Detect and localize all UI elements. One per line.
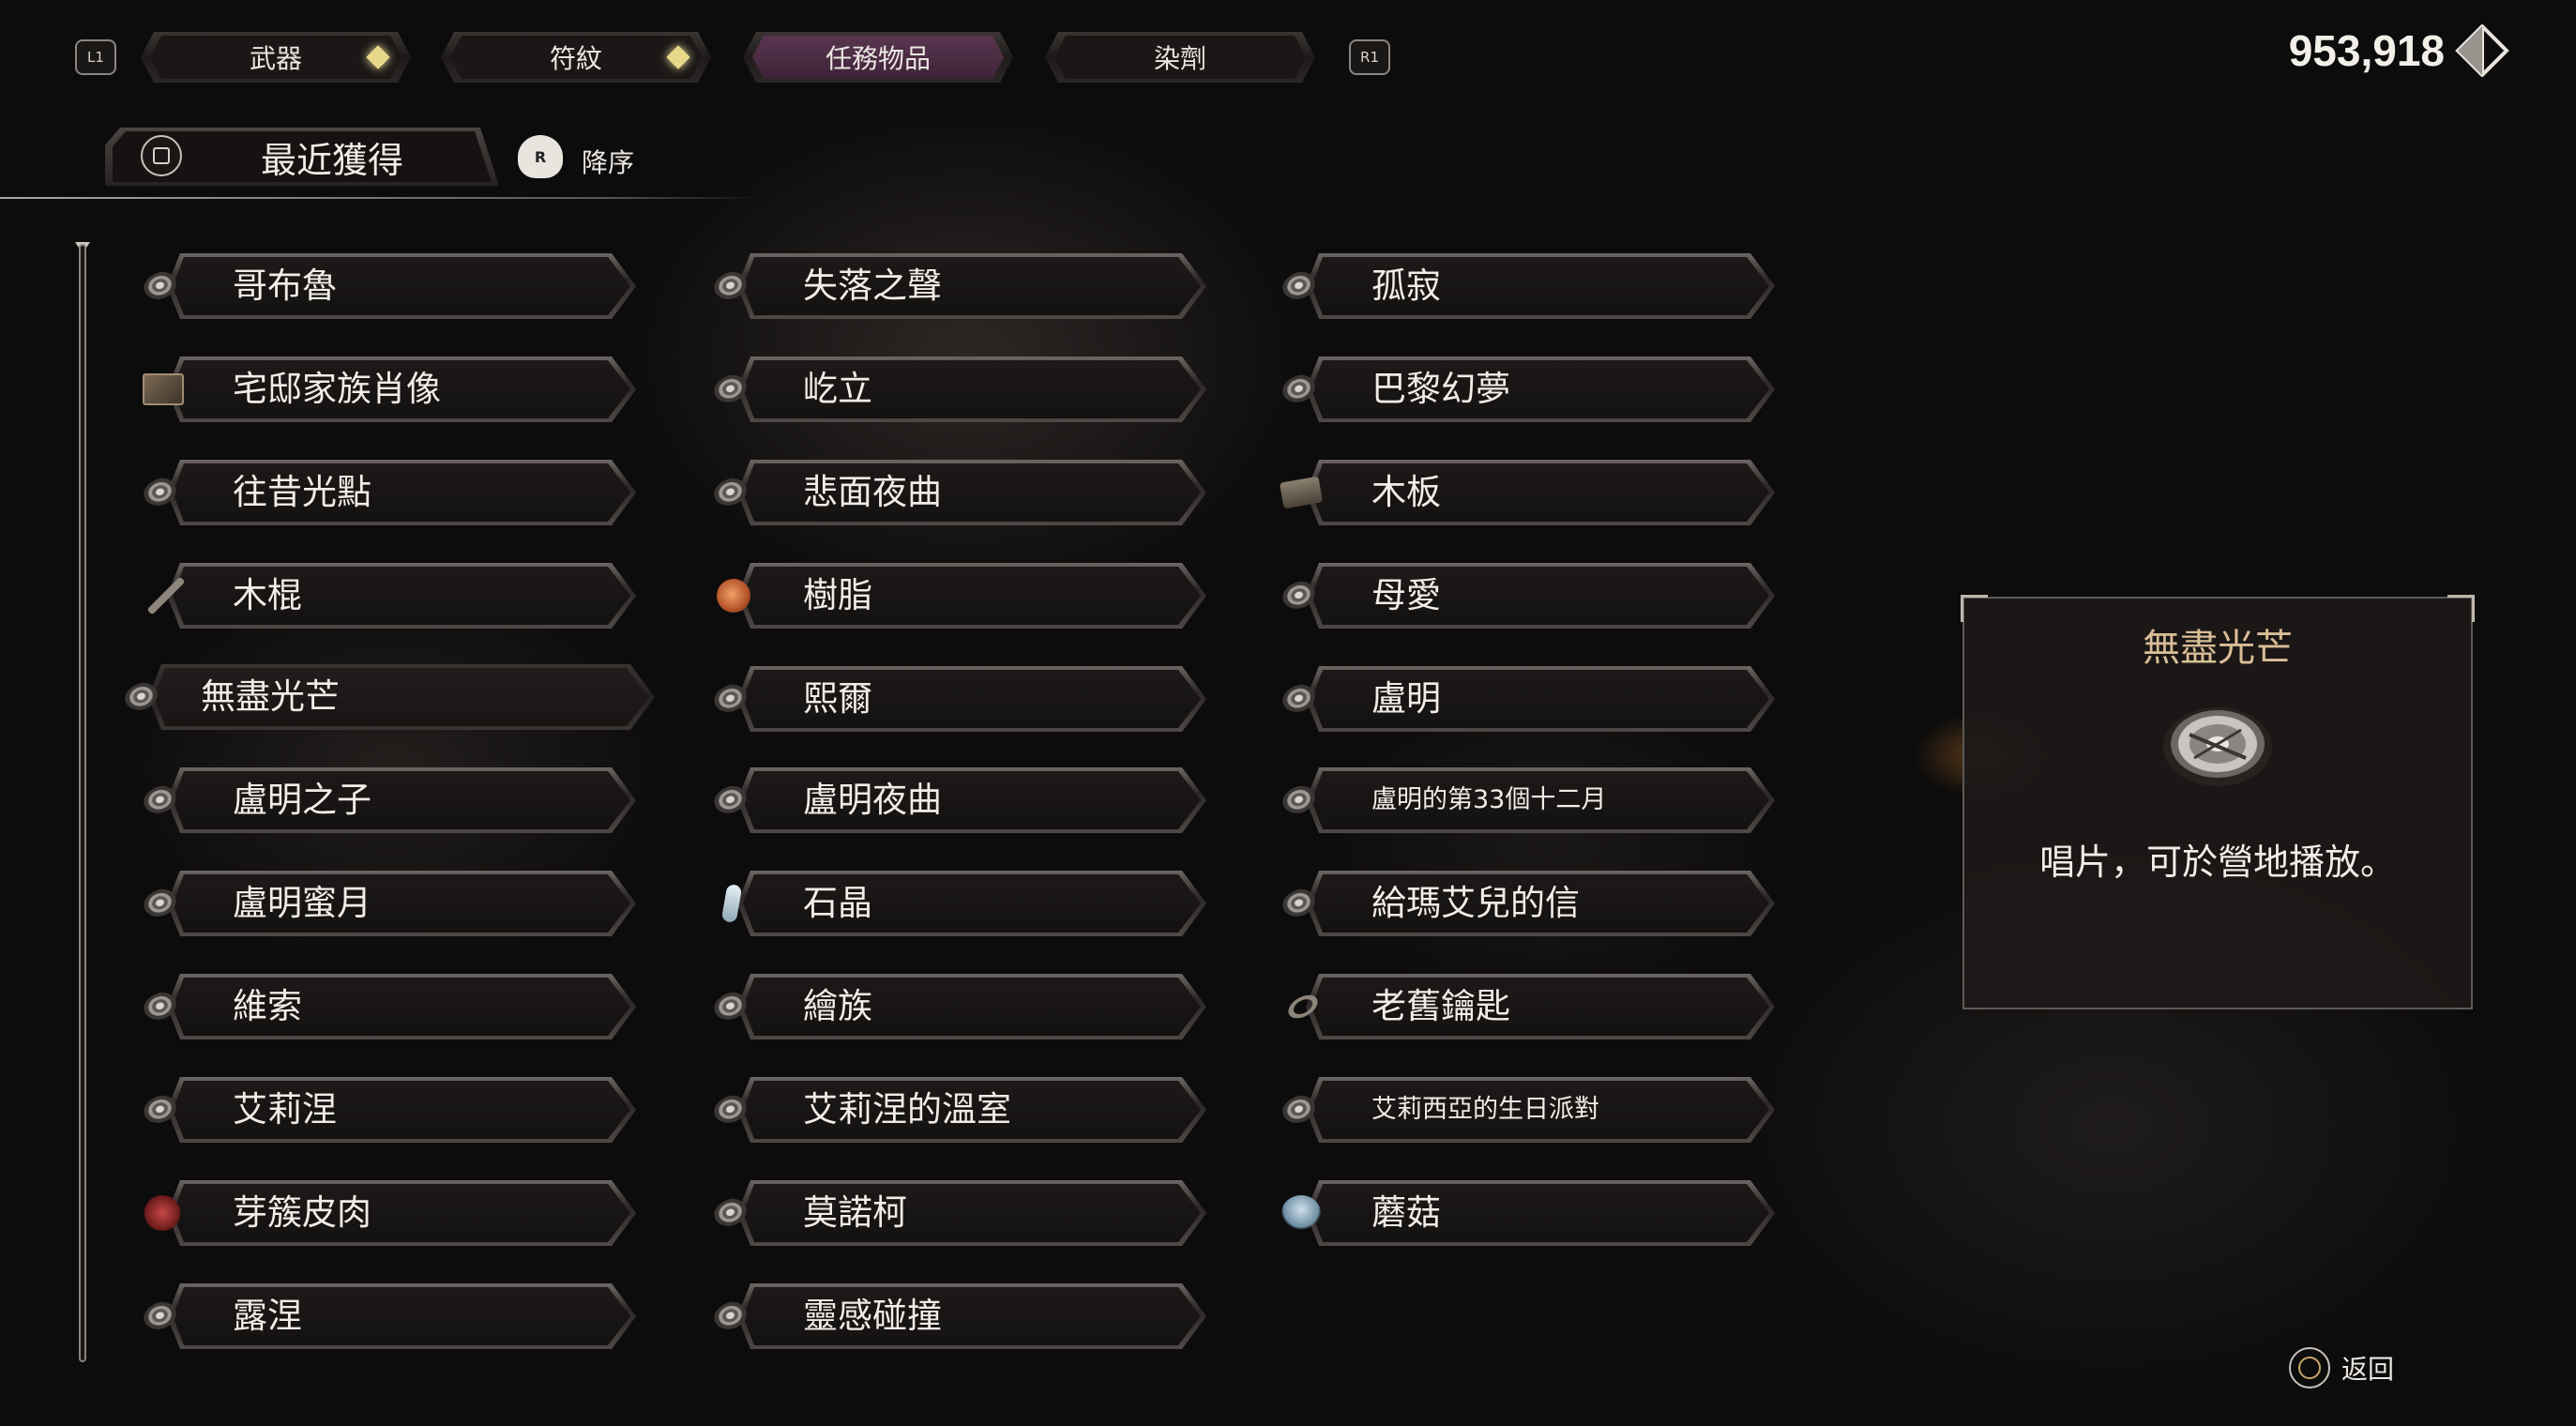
item-label: 老舊鑰匙 xyxy=(1371,986,1510,1026)
right-stick-icon[interactable]: R xyxy=(518,135,563,178)
sort-label: 最近獲得 xyxy=(261,140,404,181)
tab-label: 染劑 xyxy=(1153,43,1206,74)
portrait-icon xyxy=(143,373,184,405)
back-label: 返回 xyxy=(2341,1354,2395,1385)
item-label: 巴黎幻夢 xyxy=(1371,369,1510,409)
list-item[interactable]: 孤寂 xyxy=(1278,253,1775,319)
list-item[interactable]: 木棍 xyxy=(139,563,636,629)
list-item[interactable]: 熙爾 xyxy=(709,666,1206,732)
list-item[interactable]: 哥布魯 xyxy=(139,253,636,319)
tab-label: 武器 xyxy=(249,43,302,74)
flesh-icon xyxy=(143,1195,182,1231)
list-item[interactable]: 老舊鑰匙 xyxy=(1278,974,1775,1039)
item-label: 母愛 xyxy=(1371,575,1441,615)
r1-shoulder-hint[interactable]: R1 xyxy=(1349,39,1390,75)
currency-display: 953,918 xyxy=(2289,24,2510,77)
item-label: 盧明夜曲 xyxy=(803,780,942,820)
item-label: 艾莉涅的溫室 xyxy=(803,1089,1011,1130)
list-item-selected[interactable]: 無盡光芒 xyxy=(120,664,655,730)
item-label: 露涅 xyxy=(233,1296,302,1336)
item-label: 盧明 xyxy=(1371,678,1441,719)
item-label: 哥布魯 xyxy=(233,265,337,306)
item-label: 芽簇皮肉 xyxy=(233,1192,371,1233)
item-label: 盧明之子 xyxy=(233,780,371,820)
item-label: 盧明蜜月 xyxy=(233,883,371,923)
list-item[interactable]: 往昔光點 xyxy=(139,460,636,525)
list-item[interactable]: 盧明蜜月 xyxy=(139,871,636,936)
item-label: 艾莉西亞的生日派對 xyxy=(1371,1095,1599,1124)
item-label: 盧明的第33個十二月 xyxy=(1371,785,1607,814)
list-item[interactable]: 芽簇皮肉 xyxy=(139,1180,636,1246)
item-label: 宅邸家族肖像 xyxy=(233,369,441,409)
detail-title: 無盡光芒 xyxy=(2143,627,2293,670)
item-label: 靈感碰撞 xyxy=(803,1296,942,1336)
list-item[interactable]: 母愛 xyxy=(1278,563,1775,629)
list-item[interactable]: 屹立 xyxy=(709,356,1206,422)
list-item[interactable]: 巴黎幻夢 xyxy=(1278,356,1775,422)
item-label: 維索 xyxy=(233,986,302,1026)
list-item[interactable]: 木板 xyxy=(1278,460,1775,525)
item-label: 繪族 xyxy=(803,986,872,1026)
tab-quest-items[interactable]: 任務物品 xyxy=(743,32,1013,83)
list-item[interactable]: 盧明的第33個十二月 xyxy=(1278,767,1775,833)
list-item[interactable]: 盧明夜曲 xyxy=(709,767,1206,833)
item-label: 蘑菇 xyxy=(1371,1192,1441,1233)
list-item[interactable]: 悲面夜曲 xyxy=(709,460,1206,525)
shard-currency-icon xyxy=(2455,24,2509,77)
tab-label: 符紋 xyxy=(549,43,602,74)
list-item[interactable]: 維索 xyxy=(139,974,636,1039)
item-label: 木棍 xyxy=(233,575,302,615)
list-item[interactable]: 石晶 xyxy=(709,871,1206,936)
record-disc-icon xyxy=(2163,707,2272,786)
item-label: 熙爾 xyxy=(803,678,872,719)
item-label: 往昔光點 xyxy=(233,472,371,512)
tab-weapons[interactable]: 武器 xyxy=(141,32,411,83)
list-item[interactable]: 樹脂 xyxy=(709,563,1206,629)
scrollbar[interactable] xyxy=(79,244,86,1362)
new-indicator-icon xyxy=(666,45,689,68)
list-item[interactable]: 盧明之子 xyxy=(139,767,636,833)
tab-pictos[interactable]: 符紋 xyxy=(441,32,711,83)
square-button-icon[interactable] xyxy=(141,135,182,176)
list-item[interactable]: 靈感碰撞 xyxy=(709,1283,1206,1349)
item-label: 無盡光芒 xyxy=(201,676,340,717)
list-item[interactable]: 宅邸家族肖像 xyxy=(139,356,636,422)
item-label: 給瑪艾兒的信 xyxy=(1371,883,1580,923)
crystal-icon xyxy=(720,883,743,924)
new-indicator-icon xyxy=(366,45,389,68)
item-label: 艾莉涅 xyxy=(233,1089,337,1130)
divider xyxy=(0,197,760,199)
list-item[interactable]: 艾莉西亞的生日派對 xyxy=(1278,1077,1775,1143)
circle-button-icon xyxy=(2289,1347,2330,1388)
mushroom-icon xyxy=(1281,1195,1321,1231)
item-label: 莫諾柯 xyxy=(803,1192,907,1233)
resin-icon xyxy=(717,579,750,613)
list-item[interactable]: 失落之聲 xyxy=(709,253,1206,319)
item-label: 石晶 xyxy=(803,883,872,923)
back-button[interactable]: 返回 xyxy=(2289,1347,2394,1388)
item-label: 孤寂 xyxy=(1371,265,1441,306)
list-item[interactable]: 艾莉涅的溫室 xyxy=(709,1077,1206,1143)
list-item[interactable]: 給瑪艾兒的信 xyxy=(1278,871,1775,936)
list-item[interactable]: 繪族 xyxy=(709,974,1206,1039)
tab-dyes[interactable]: 染劑 xyxy=(1045,32,1315,83)
sort-order-label: 降序 xyxy=(582,147,635,178)
currency-amount: 953,918 xyxy=(2288,26,2445,75)
list-item[interactable]: 蘑菇 xyxy=(1278,1180,1775,1246)
l1-shoulder-hint[interactable]: L1 xyxy=(75,39,116,75)
detail-description: 唱片，可於營地播放。 xyxy=(2038,842,2396,883)
item-label: 失落之聲 xyxy=(803,265,942,306)
list-item[interactable]: 莫諾柯 xyxy=(709,1180,1206,1246)
list-item[interactable]: 艾莉涅 xyxy=(139,1077,636,1143)
tab-label: 任務物品 xyxy=(825,43,931,74)
item-label: 木板 xyxy=(1371,472,1441,512)
item-label: 樹脂 xyxy=(803,575,872,615)
list-item[interactable]: 露涅 xyxy=(139,1283,636,1349)
item-label: 屹立 xyxy=(803,369,872,409)
item-detail-panel: 無盡光芒 唱片，可於營地播放。 xyxy=(1961,595,2475,1009)
item-label: 悲面夜曲 xyxy=(803,472,942,512)
list-item[interactable]: 盧明 xyxy=(1278,666,1775,732)
